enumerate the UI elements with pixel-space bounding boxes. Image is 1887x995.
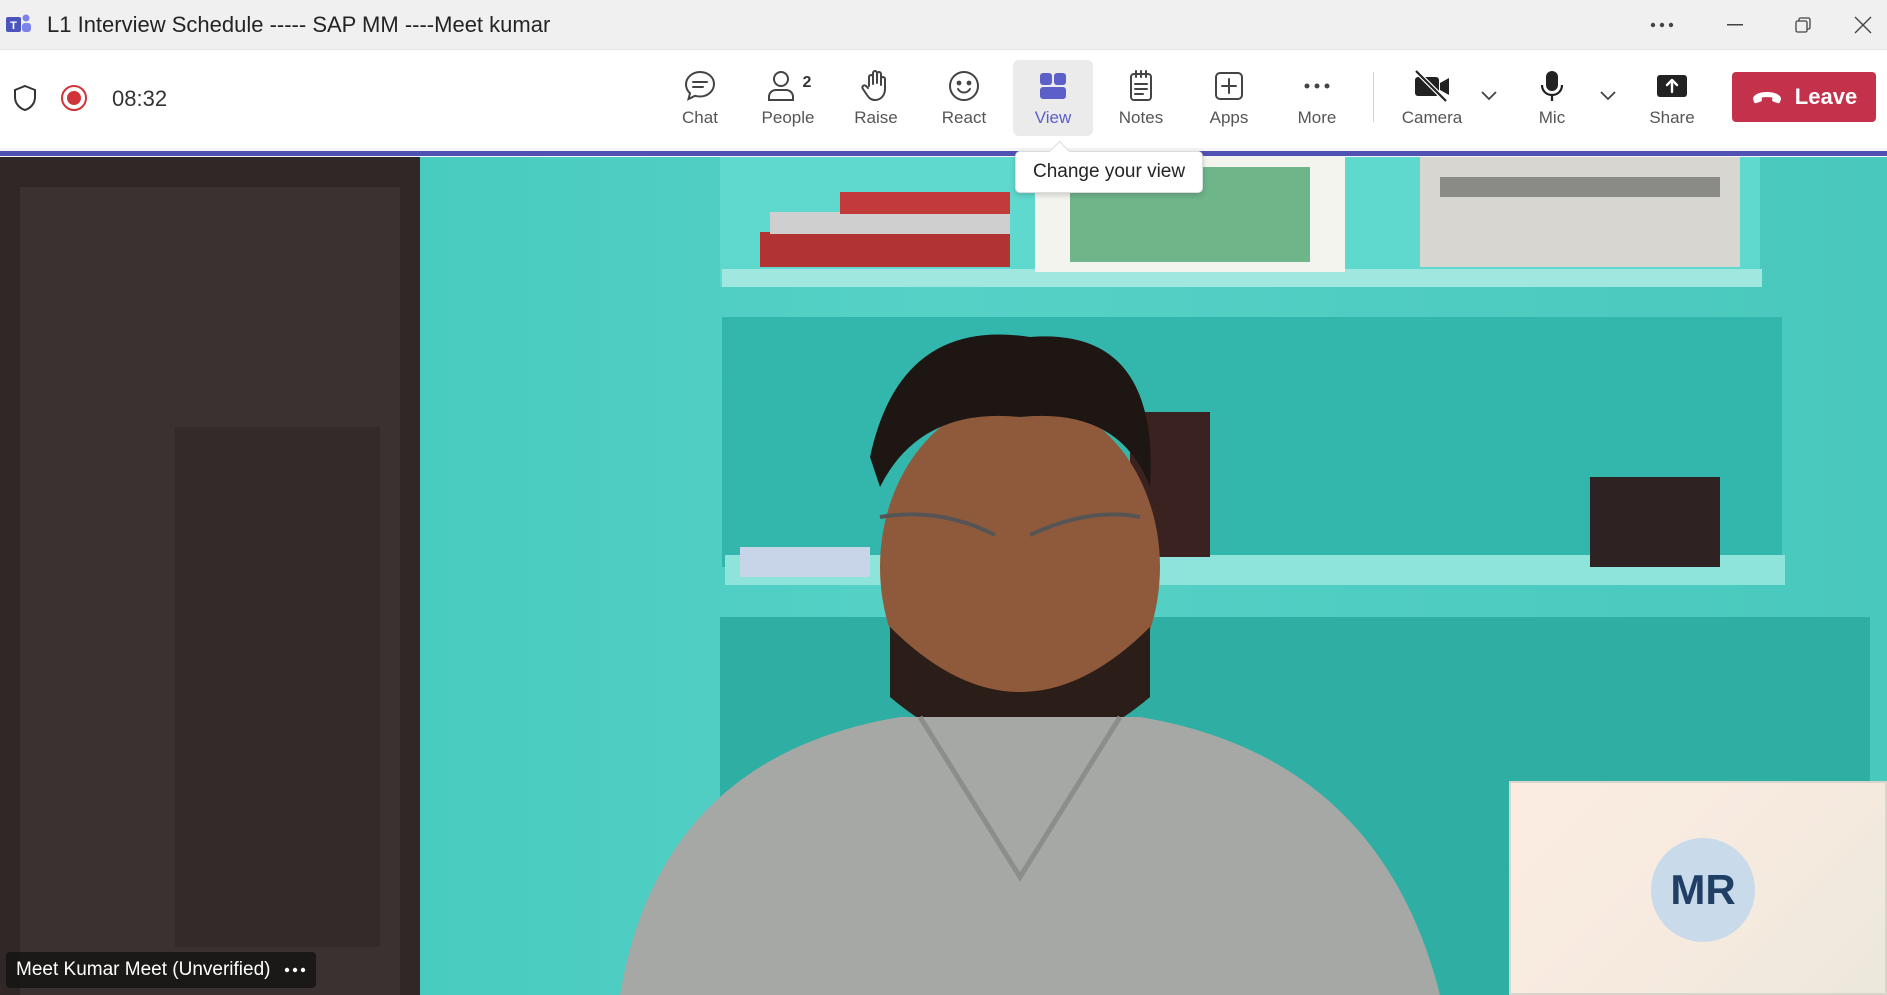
camera-button[interactable]: Camera <box>1392 60 1472 136</box>
minimize-icon[interactable] <box>1700 0 1770 50</box>
mic-options-chevron-icon[interactable] <box>1599 88 1617 102</box>
grid-view-icon <box>1035 64 1071 108</box>
apps-icon <box>1211 64 1247 108</box>
toolbar-accent-line <box>0 151 1887 156</box>
restore-icon[interactable] <box>1768 0 1838 50</box>
smiley-icon <box>946 64 982 108</box>
more-label: More <box>1297 108 1337 127</box>
chat-button[interactable]: Chat <box>660 60 740 136</box>
raise-label: Raise <box>854 108 898 127</box>
leave-button[interactable]: Leave <box>1732 72 1876 122</box>
people-count-badge: 2 <box>802 74 812 91</box>
raise-hand-button[interactable]: Raise <box>836 60 916 136</box>
notes-label: Notes <box>1118 108 1164 127</box>
share-icon <box>1654 64 1690 108</box>
view-button[interactable]: View <box>1013 60 1093 136</box>
share-label: Share <box>1649 108 1695 127</box>
record-dot-icon <box>67 91 81 105</box>
more-options-icon[interactable] <box>1627 0 1697 50</box>
mic-label: Mic <box>1538 108 1566 127</box>
more-icon <box>1299 64 1335 108</box>
camera-options-chevron-icon[interactable] <box>1480 88 1498 102</box>
meeting-timer: 08:32 <box>112 86 168 111</box>
teams-icon: T <box>6 14 31 32</box>
chat-label: Chat <box>682 108 718 127</box>
svg-text:T: T <box>10 20 17 32</box>
notes-button[interactable]: Notes <box>1101 60 1181 136</box>
camera-off-icon <box>1412 64 1452 108</box>
phone-hangup-icon <box>1752 92 1781 104</box>
window-title: L1 Interview Schedule ----- SAP MM ----M… <box>47 12 551 37</box>
participant-name: Meet Kumar Meet (Unverified) <box>16 959 271 980</box>
close-icon[interactable] <box>1838 0 1887 50</box>
title-bar: T L1 Interview Schedule ----- SAP MM ---… <box>0 0 1887 50</box>
mic-button[interactable]: Mic <box>1512 60 1592 136</box>
shield-icon[interactable] <box>12 84 38 112</box>
camera-label: Camera <box>1401 108 1463 127</box>
participant-name-tag: Meet Kumar Meet (Unverified) <box>6 952 317 988</box>
react-label: React <box>941 108 987 127</box>
raise-hand-icon <box>858 64 894 108</box>
leave-label: Leave <box>1794 84 1858 109</box>
more-button[interactable]: More <box>1277 60 1357 136</box>
recording-indicator <box>61 85 87 111</box>
apps-label: Apps <box>1209 108 1249 127</box>
notes-icon <box>1123 64 1159 108</box>
self-view-tile[interactable]: MR <box>1509 781 1887 995</box>
people-label: People <box>761 108 815 127</box>
apps-button[interactable]: Apps <box>1189 60 1269 136</box>
share-button[interactable]: Share <box>1632 60 1712 136</box>
people-icon: 2 <box>765 64 812 108</box>
toolbar-divider <box>1373 72 1374 122</box>
chat-icon <box>682 64 718 108</box>
people-button[interactable]: 2 People <box>748 60 828 136</box>
mic-icon <box>1534 64 1570 108</box>
avatar: MR <box>1651 838 1755 942</box>
react-button[interactable]: React <box>924 60 1004 136</box>
view-label: View <box>1034 108 1072 127</box>
change-view-tooltip: Change your view <box>1015 151 1204 193</box>
participant-more-icon[interactable] <box>284 967 306 973</box>
